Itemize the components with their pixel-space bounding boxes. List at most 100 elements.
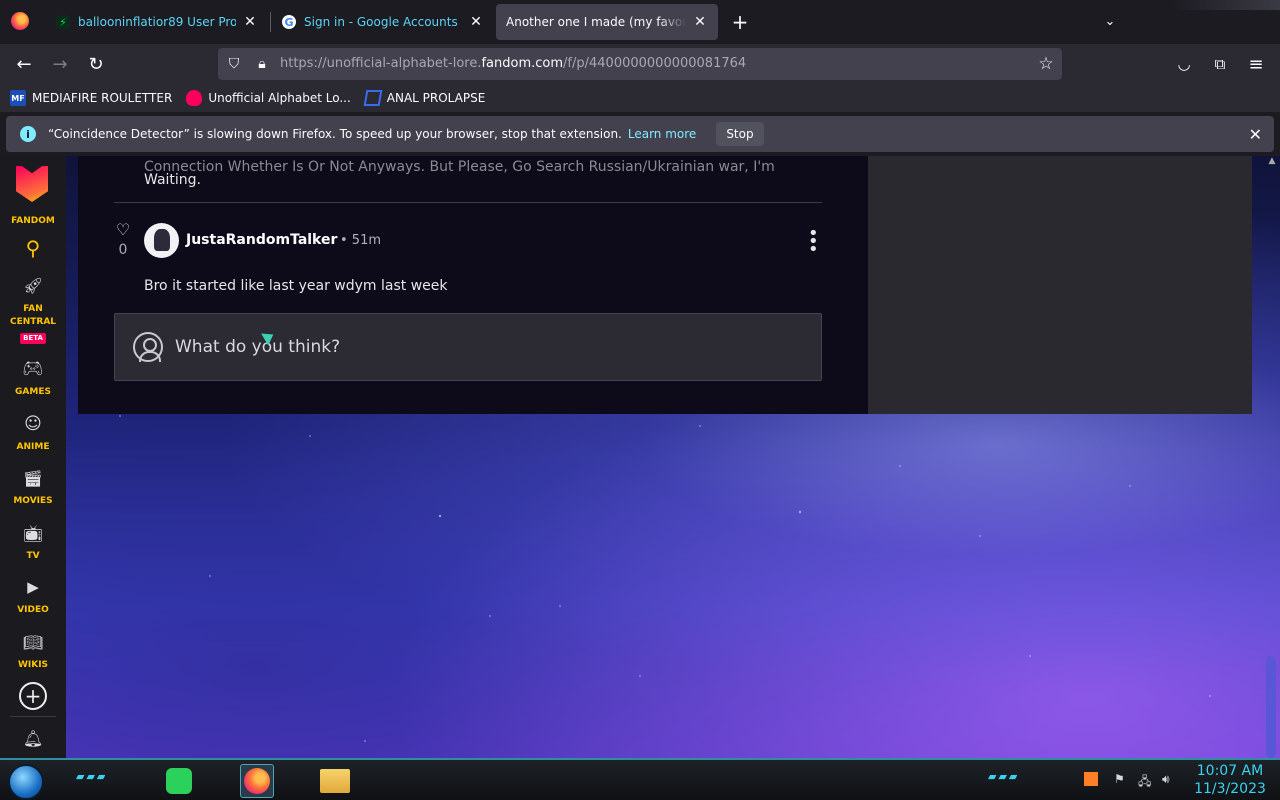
nav-fan-central[interactable]: FAN CENTRAL [0,303,66,329]
nav-anime[interactable]: ANIME [0,441,66,454]
list-all-tabs-chevron-icon[interactable]: ⌄ [1100,10,1120,34]
scroll-up-arrow-icon[interactable]: ▲ [1266,156,1278,168]
start-orb-icon[interactable] [8,764,44,800]
fandom-global-nav: FANDOM ⚲ 🚀︎ FAN CENTRAL BETA 🎮︎ GAMES ☺ … [0,156,66,758]
reply-divider [114,202,822,203]
bookmarks-toolbar: MF MEDIAFIRE ROULETTER Unofficial Alphab… [0,84,1280,112]
url-text[interactable]: https://unofficial-alphabet-lore.fandom.… [280,56,746,71]
tab-title: Sign in - Google Accounts [304,15,458,29]
bookmark-third[interactable]: ANAL PROLAPSE [363,90,486,106]
url-bar[interactable]: ⛉ 🔒︎ https://unofficial-alphabet-lore.fa… [218,48,1062,80]
fandom-icon [186,90,203,106]
rocket-icon[interactable]: 🚀︎ [21,273,45,297]
book-icon[interactable]: 📖︎ [21,630,45,654]
new-tab-button[interactable]: + [728,8,752,36]
taskbar-firefox-app[interactable] [240,764,274,798]
volume-icon[interactable]: 🔊︎ [1162,772,1170,787]
fandom-brand-label[interactable]: FANDOM [0,215,66,228]
stop-extension-button[interactable]: Stop [716,122,764,146]
tab-strip: ⚡ ballooninflatior89 User Profile | ✕ G … [0,0,1280,44]
bookmark-label: ANAL PROLAPSE [386,91,486,105]
bookmark-star-icon[interactable]: ☆ [1036,54,1056,74]
tab-title: Another one I made (my favorite so [506,15,686,29]
clapperboard-icon[interactable]: 🎬︎ [21,466,45,490]
tab-active-post[interactable]: Another one I made (my favorite so ✕ [496,4,718,40]
nav-divider [10,716,56,717]
url-path: /f/p/4400000000000081764 [563,56,747,71]
nav-tv[interactable]: TV [0,550,66,563]
mediafire-icon: MF [10,90,26,106]
fandom-logo-icon[interactable] [14,164,50,210]
compose-placeholder: What do you think? [175,337,341,357]
url-host: fandom.com [481,56,564,71]
notes-app-icon [166,768,192,794]
extensions-puzzle-icon[interactable]: ⧉ [1206,50,1234,78]
more-options-icon[interactable]: • • • [808,225,819,259]
previous-reply-text: Connection Whether Is Or Not Anyways. Bu… [144,159,844,193]
close-icon[interactable]: ✕ [1249,125,1262,144]
lock-icon[interactable]: 🔒︎ [252,54,272,74]
page-viewport: FANDOM ⚲ 🚀︎ FAN CENTRAL BETA 🎮︎ GAMES ☺ … [0,156,1280,758]
clock-date: 11/3/2023 [1194,781,1266,797]
learn-more-link[interactable]: Learn more [628,127,696,141]
forward-arrow-icon[interactable]: → [46,50,74,78]
info-icon: i [20,126,36,142]
shield-icon[interactable]: ⛉ [224,54,244,74]
beta-badge: BETA [20,333,46,344]
create-plus-icon[interactable]: + [19,682,47,710]
system-clock[interactable]: 10:07 AM 11/3/2023 [1190,762,1270,798]
play-icon[interactable]: ▶ [21,575,45,599]
nav-movies[interactable]: MOVIES [0,495,66,508]
bookmark-icon [363,90,383,106]
tray-app-icon[interactable] [1084,772,1098,786]
user-avatar-icon [133,332,163,362]
firefox-menu-icon[interactable] [11,12,29,30]
scrollbar-thumb[interactable] [1266,656,1276,758]
gamepad-icon[interactable]: 🎮︎ [21,357,45,381]
bookmark-label: Unofficial Alphabet Lo... [208,91,351,105]
titlebar-decoration [1170,0,1280,10]
tab-google-signin[interactable]: G Sign in - Google Accounts ✕ [272,4,494,40]
nav-video[interactable]: VIDEO [0,604,66,617]
clock-time: 10:07 AM [1196,763,1264,779]
pocket-icon[interactable]: ◡ [1170,50,1198,78]
search-icon[interactable]: ⚲ [21,236,45,260]
anime-icon[interactable]: ☺ [21,412,45,436]
previous-reply-text-cut: Connection Whether Is Or Not Anyways. Bu… [144,159,775,175]
folder-icon [320,769,350,793]
nav-wikis[interactable]: WIKIS [0,659,66,672]
taskbar-explorer-app[interactable] [318,764,352,798]
reply-time: • 51m [340,233,382,248]
warning-message: “Coincidence Detector” is slowing down F… [48,127,622,141]
action-center-flag-icon[interactable]: ⚑ [1114,772,1125,786]
tab-separator [270,12,271,32]
bookmark-alphabet-lore[interactable]: Unofficial Alphabet Lo... [186,90,351,106]
taskbar-notes-app[interactable] [162,764,196,798]
network-icon[interactable]: 🖧︎ [1138,772,1151,793]
reload-icon[interactable]: ↻ [82,50,110,78]
bell-icon[interactable]: 🔔︎ [21,726,45,750]
bookmark-label: MEDIAFIRE ROULETTER [32,91,173,105]
taskbar: ▰▰▰ ▰▰▰ ⚑ 🖧︎ 🔊︎ 10:07 AM 11/3/2023 [0,758,1280,800]
taskbar-decoration: ▰▰▰ [76,770,108,783]
tab-close-icon[interactable]: ✕ [468,14,484,30]
avatar[interactable] [144,223,179,258]
nav-games[interactable]: GAMES [0,386,66,399]
taskbar-decoration: ▰▰▰ [988,770,1020,783]
reply-compose-box[interactable]: What do you think? [114,313,822,381]
navigation-toolbar: ← → ↻ ⛉ 🔒︎ https://unofficial-alphabet-l… [0,44,1280,84]
hamburger-menu-icon[interactable]: ≡ [1242,50,1270,78]
extension-warning-bar: i “Coincidence Detector” is slowing down… [6,116,1274,152]
reply-author[interactable]: JustaRandomTalker [186,232,337,248]
google-icon: G [282,15,296,29]
tab-close-icon[interactable]: ✕ [242,14,258,30]
right-rail [868,156,1252,414]
tab-profile[interactable]: ⚡ ballooninflatior89 User Profile | ✕ [46,4,268,40]
bookmark-mediafire[interactable]: MF MEDIAFIRE ROULETTER [10,90,172,106]
fandom-green-icon: ⚡ [56,15,70,29]
tv-icon[interactable]: 📺︎ [21,521,45,545]
discussion-post: Connection Whether Is Or Not Anyways. Bu… [78,156,868,414]
heart-icon[interactable]: ♡ [114,220,132,239]
back-arrow-icon[interactable]: ← [10,50,38,78]
tab-close-icon[interactable]: ✕ [692,14,708,30]
